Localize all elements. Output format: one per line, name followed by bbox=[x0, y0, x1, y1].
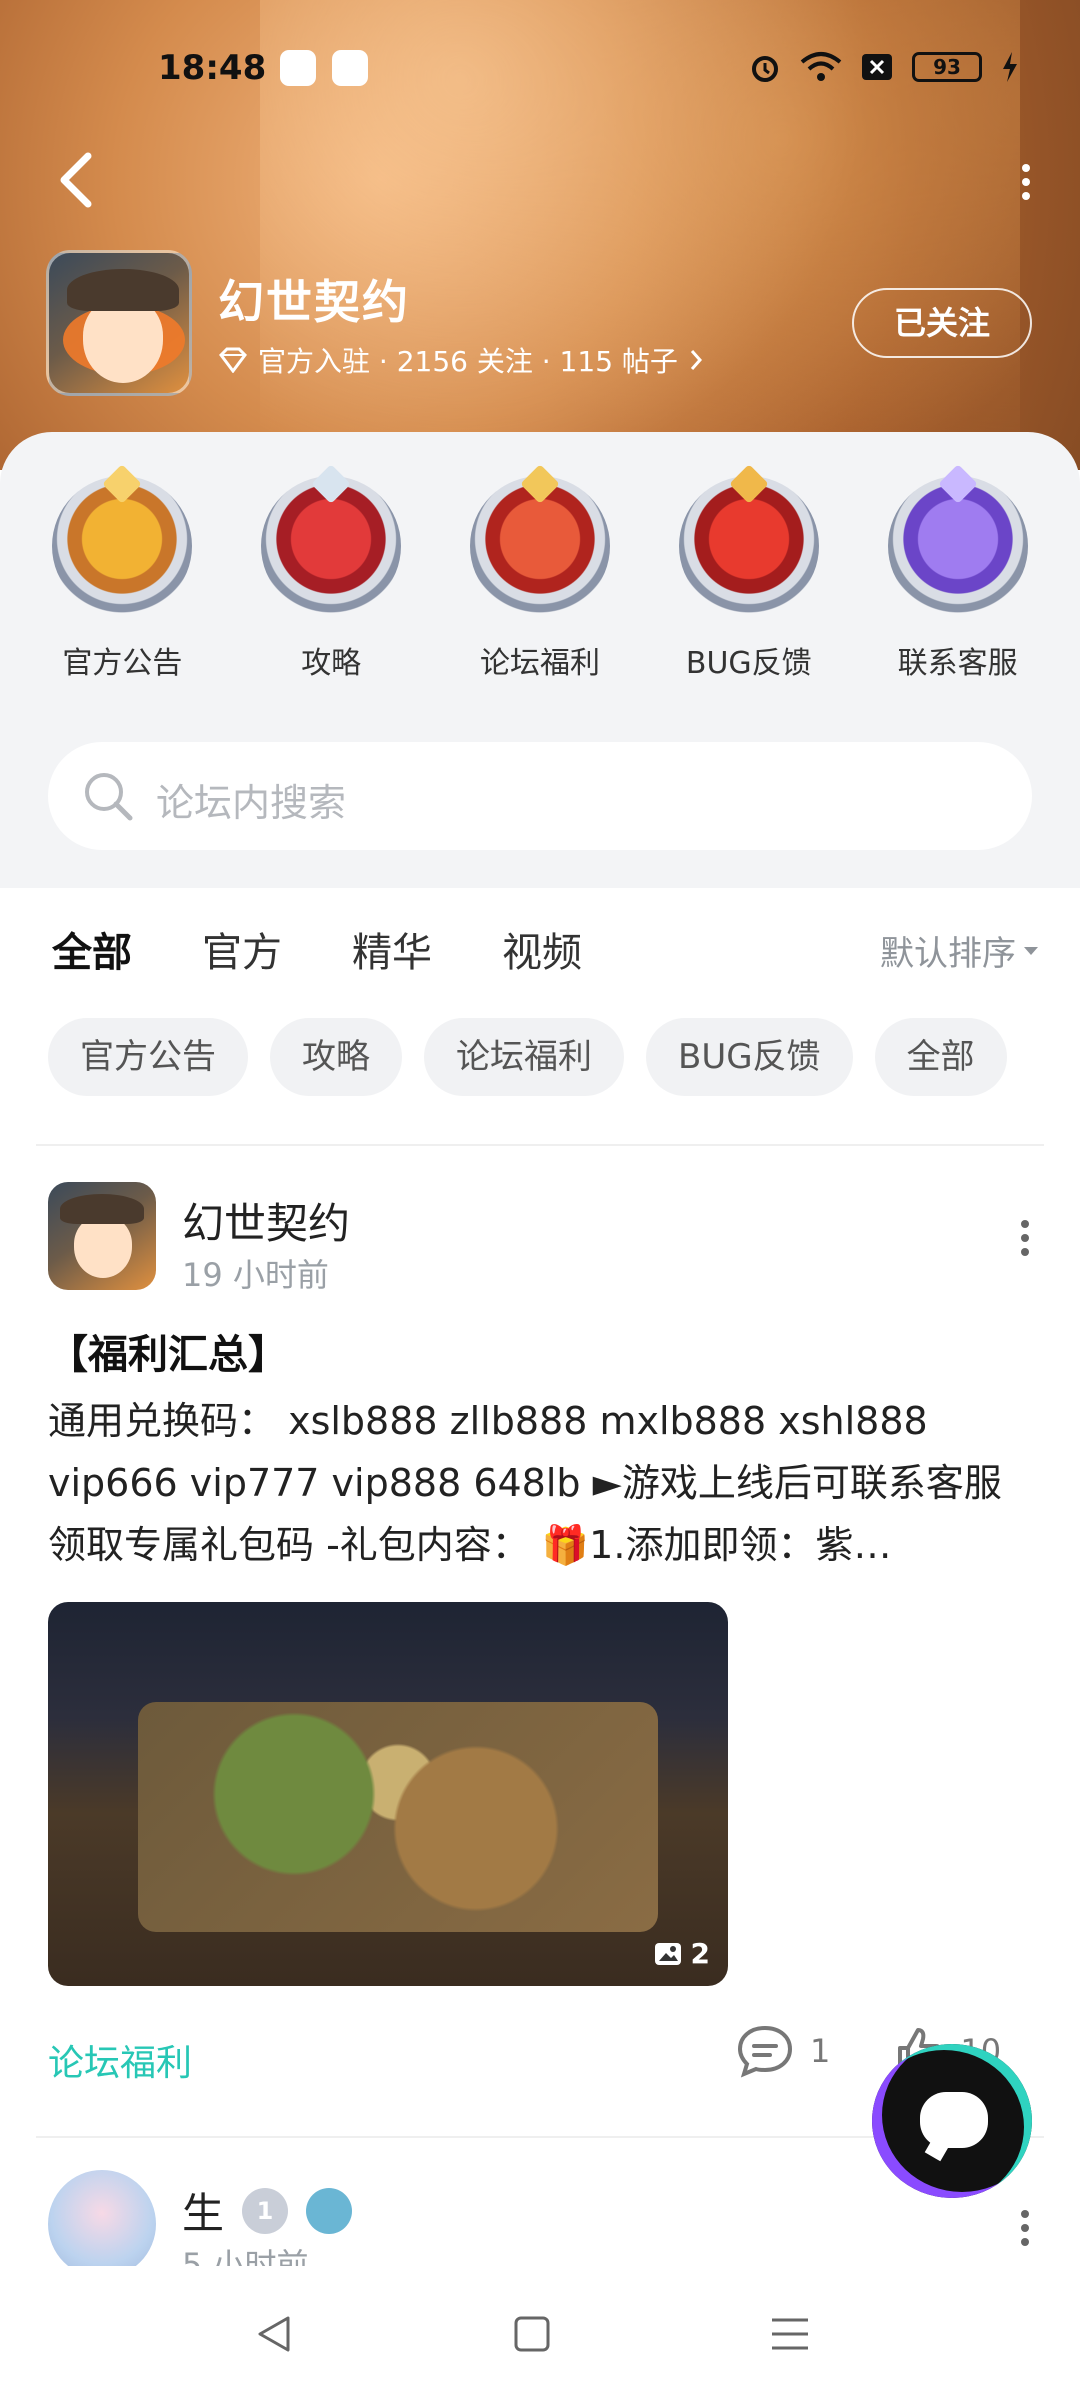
quick-link-item[interactable]: 联系客服 bbox=[868, 476, 1048, 682]
post-tag[interactable]: 论坛福利 bbox=[48, 2034, 192, 2086]
post-title[interactable]: 【福利汇总】 bbox=[48, 1322, 288, 1380]
diamond-verified-icon bbox=[219, 347, 247, 373]
quick-link-item[interactable]: 攻略 bbox=[241, 476, 421, 682]
post-more-icon[interactable] bbox=[1018, 1220, 1032, 1260]
claw-badge-icon bbox=[261, 476, 402, 616]
post-author-avatar[interactable] bbox=[48, 1182, 156, 1290]
wifi-icon bbox=[800, 52, 842, 81]
bug-badge-icon bbox=[678, 476, 819, 616]
tab-all[interactable]: 全部 bbox=[52, 920, 132, 984]
search-bar[interactable]: 论坛内搜索 bbox=[48, 742, 1032, 850]
forum-sheet: 官方公告 攻略 论坛福利 BUG反馈 联系客服 论坛内搜索 bbox=[0, 432, 1080, 888]
chevron-right-icon bbox=[690, 350, 702, 370]
quick-link-item[interactable]: 论坛福利 bbox=[450, 476, 630, 682]
service-badge-icon bbox=[887, 476, 1028, 616]
battery-indicator: 93 bbox=[912, 52, 982, 82]
game-map-artwork bbox=[138, 1702, 658, 1932]
search-icon bbox=[85, 773, 133, 821]
level-badge: 1 bbox=[242, 2187, 289, 2234]
post-body[interactable]: 通用兑换码： xslb888 zllb888 mxlb888 xshl888 v… bbox=[48, 1390, 1038, 1576]
image-count-badge: 2 bbox=[653, 1937, 710, 1970]
post-time: 19 小时前 bbox=[182, 1256, 329, 1294]
notification-app-icon bbox=[280, 50, 316, 86]
post2-author-name[interactable]: 生 bbox=[182, 2180, 224, 2241]
forum-title: 幻世契约 bbox=[218, 275, 410, 329]
official-badge-icon bbox=[52, 476, 193, 616]
divider bbox=[36, 1144, 1044, 1146]
no-sim-icon bbox=[862, 54, 892, 80]
comment-button[interactable]: 1 bbox=[736, 2024, 830, 2078]
system-nav-bar bbox=[0, 2266, 1080, 2400]
post2-author: 生 1 bbox=[182, 2180, 353, 2241]
forum-meta-text: 官方入驻 · 2156 关注 · 115 帖子 bbox=[258, 345, 678, 378]
more-options-icon[interactable] bbox=[1016, 160, 1036, 204]
status-icons: 93 bbox=[748, 50, 1020, 84]
nav-menu-icon[interactable] bbox=[766, 2310, 814, 2358]
gift-badge-icon bbox=[469, 476, 610, 616]
quick-link-item[interactable]: BUG反馈 bbox=[659, 476, 839, 682]
nav-back-icon[interactable] bbox=[250, 2310, 298, 2358]
tab-featured[interactable]: 精华 bbox=[352, 920, 432, 978]
app-logo bbox=[46, 250, 192, 396]
quick-link-label: 官方公告 bbox=[62, 646, 183, 681]
back-icon[interactable] bbox=[52, 150, 102, 210]
charging-icon bbox=[1003, 52, 1017, 82]
tab-official[interactable]: 官方 bbox=[202, 920, 282, 978]
sort-label: 默认排序 bbox=[880, 934, 1016, 974]
forum-header: 18:48 93 幻世契约 官方入驻 · 2156 关注 · 115 帖子 已关… bbox=[0, 0, 1080, 470]
quick-links: 官方公告 攻略 论坛福利 BUG反馈 联系客服 bbox=[0, 476, 1080, 682]
nav-home-icon[interactable] bbox=[508, 2310, 556, 2358]
alarm-icon bbox=[752, 56, 778, 82]
medal-badge-icon bbox=[306, 2187, 353, 2234]
forum-meta[interactable]: 官方入驻 · 2156 关注 · 115 帖子 bbox=[218, 340, 704, 380]
comment-icon bbox=[737, 2025, 793, 2078]
post-author-name[interactable]: 幻世契约 bbox=[182, 1190, 350, 1251]
notification-app-icon bbox=[332, 50, 368, 86]
comment-count: 1 bbox=[810, 2032, 831, 2070]
chip-official-notice[interactable]: 官方公告 bbox=[48, 1018, 248, 1096]
tab-video[interactable]: 视频 bbox=[502, 920, 582, 978]
follow-button[interactable]: 已关注 bbox=[852, 288, 1032, 358]
quick-link-item[interactable]: 官方公告 bbox=[32, 476, 212, 682]
caret-down-icon bbox=[1024, 946, 1038, 955]
status-time: 18:48 bbox=[158, 48, 267, 88]
sort-dropdown[interactable]: 默认排序 bbox=[880, 926, 1040, 975]
chat-bubble-icon bbox=[920, 2092, 988, 2148]
chat-fab-button[interactable] bbox=[872, 2044, 1032, 2198]
post-image[interactable]: 2 bbox=[48, 1602, 728, 1986]
category-chips: 官方公告 攻略 论坛福利 BUG反馈 全部 bbox=[48, 1018, 1007, 1096]
content-tabs: 全部 官方 精华 视频 bbox=[52, 920, 582, 984]
chip-all[interactable]: 全部 bbox=[874, 1018, 1007, 1096]
chip-bug-report[interactable]: BUG反馈 bbox=[646, 1018, 853, 1096]
forum-page: 18:48 93 幻世契约 官方入驻 · 2156 关注 · 115 帖子 已关… bbox=[0, 0, 1080, 2400]
quick-link-label: 攻略 bbox=[301, 646, 362, 681]
post2-more-icon[interactable] bbox=[1018, 2210, 1032, 2250]
quick-link-label: 论坛福利 bbox=[479, 646, 600, 681]
status-bar: 18:48 93 bbox=[0, 44, 1080, 94]
image-icon bbox=[654, 1942, 681, 1965]
quick-link-label: BUG反馈 bbox=[685, 646, 812, 681]
chip-guide[interactable]: 攻略 bbox=[270, 1018, 402, 1096]
quick-link-label: 联系客服 bbox=[897, 646, 1018, 681]
search-input[interactable]: 论坛内搜索 bbox=[156, 772, 346, 827]
chip-benefits[interactable]: 论坛福利 bbox=[424, 1018, 624, 1096]
image-count: 2 bbox=[690, 1937, 710, 1970]
post2-author-avatar[interactable] bbox=[48, 2170, 156, 2278]
